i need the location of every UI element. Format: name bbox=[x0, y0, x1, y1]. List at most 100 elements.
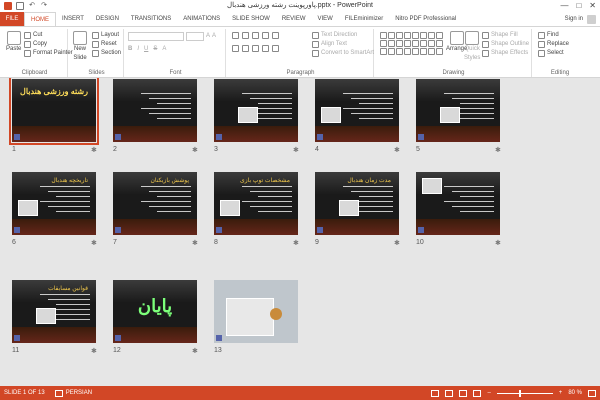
slide-thumbnail[interactable]: مدت زمان هندبال bbox=[315, 172, 399, 235]
copy-icon bbox=[24, 41, 31, 48]
slide-thumbnail[interactable] bbox=[214, 280, 298, 343]
normal-view-icon[interactable] bbox=[431, 389, 440, 397]
find-button[interactable]: Find bbox=[538, 31, 569, 40]
sign-in-link[interactable]: Sign in bbox=[565, 16, 583, 22]
copy-button[interactable]: Copy bbox=[24, 40, 73, 49]
tab-view[interactable]: VIEW bbox=[312, 12, 339, 26]
close-icon[interactable]: ✕ bbox=[589, 1, 596, 11]
transition-star-icon[interactable]: ✱ bbox=[91, 347, 97, 355]
bullets-icon[interactable] bbox=[232, 32, 239, 39]
transition-star-icon[interactable]: ✱ bbox=[394, 146, 400, 154]
slide-thumbnail[interactable]: مشخصات توپ بازی bbox=[214, 172, 298, 235]
decrease-indent-icon[interactable] bbox=[252, 32, 259, 39]
slide-thumbnail[interactable]: قوانین مسابقات bbox=[12, 280, 96, 343]
transition-star-icon[interactable]: ✱ bbox=[91, 146, 97, 154]
slide-floor bbox=[12, 327, 96, 343]
avatar[interactable] bbox=[587, 14, 596, 24]
align-center-icon[interactable] bbox=[242, 45, 249, 52]
replace-button[interactable]: Replace bbox=[538, 40, 569, 49]
underline-button[interactable]: U bbox=[144, 45, 148, 54]
new-slide-button[interactable]: New Slide bbox=[73, 31, 87, 63]
slide-title: مدت زمان هندبال bbox=[347, 178, 391, 184]
line-spacing-icon[interactable] bbox=[272, 32, 279, 39]
maximize-icon[interactable]: □ bbox=[576, 1, 581, 11]
shape-fill-button[interactable]: Shape Fill bbox=[482, 31, 529, 40]
align-left-icon[interactable] bbox=[232, 45, 239, 52]
font-color-button[interactable]: A bbox=[162, 45, 166, 54]
zoom-level[interactable]: 80 % bbox=[568, 390, 582, 396]
align-text-button[interactable]: Align Text bbox=[312, 40, 374, 49]
strikethrough-button[interactable]: S bbox=[153, 45, 157, 54]
tab-animations[interactable]: ANIMATIONS bbox=[177, 12, 226, 26]
tab-insert[interactable]: INSERT bbox=[56, 12, 90, 26]
grow-font-button[interactable]: A bbox=[206, 32, 210, 41]
zoom-out-button[interactable]: – bbox=[487, 390, 490, 396]
transition-star-icon[interactable]: ✱ bbox=[495, 146, 501, 154]
reading-view-icon[interactable] bbox=[459, 389, 468, 397]
format-painter-button[interactable]: Format Painter bbox=[24, 49, 73, 58]
transition-star-icon[interactable]: ✱ bbox=[293, 239, 299, 247]
section-button[interactable]: Section bbox=[92, 49, 121, 58]
transition-star-icon[interactable]: ✱ bbox=[192, 239, 198, 247]
save-icon[interactable] bbox=[16, 2, 24, 10]
slide-thumbnail[interactable]: تاریخچه هندبال bbox=[12, 172, 96, 235]
redo-icon[interactable]: ↷ bbox=[40, 2, 48, 10]
reset-button[interactable]: Reset bbox=[92, 40, 121, 49]
align-right-icon[interactable] bbox=[252, 45, 259, 52]
slide-thumbnail[interactable] bbox=[214, 79, 298, 142]
shapes-gallery[interactable] bbox=[380, 32, 443, 55]
shape-effects-button[interactable]: Shape Effects bbox=[482, 49, 529, 58]
transition-star-icon[interactable]: ✱ bbox=[192, 347, 198, 355]
slide-thumbnail[interactable] bbox=[315, 79, 399, 142]
transition-star-icon[interactable]: ✱ bbox=[495, 239, 501, 247]
paste-button[interactable]: Paste bbox=[6, 31, 21, 54]
slide-thumbnail[interactable] bbox=[113, 79, 197, 142]
slide-sorter-view-icon[interactable] bbox=[445, 389, 454, 397]
tab-file[interactable]: FILE bbox=[0, 12, 24, 26]
font-size-select[interactable] bbox=[186, 32, 204, 41]
bold-button[interactable]: B bbox=[128, 45, 132, 54]
italic-button[interactable]: I bbox=[137, 45, 139, 54]
layout-button[interactable]: Layout bbox=[92, 31, 121, 40]
transition-star-icon[interactable]: ✱ bbox=[293, 146, 299, 154]
tab-nitro-pdf-professional[interactable]: Nitro PDF Professional bbox=[389, 12, 462, 26]
zoom-slider-knob[interactable] bbox=[518, 389, 521, 397]
select-button[interactable]: Select bbox=[538, 49, 569, 58]
badge-image bbox=[270, 308, 282, 320]
new-slide-label: New bbox=[73, 46, 86, 52]
slide-thumbnail[interactable]: رشته ورزشی هندبال bbox=[9, 78, 99, 145]
slideshow-view-icon[interactable] bbox=[473, 389, 482, 397]
tab-transitions[interactable]: TRANSITIONS bbox=[125, 12, 177, 26]
transition-star-icon[interactable]: ✱ bbox=[192, 146, 198, 154]
tab-fileminimizer[interactable]: FILEminimizer bbox=[339, 12, 389, 26]
zoom-in-button[interactable]: + bbox=[559, 390, 563, 396]
tab-design[interactable]: DESIGN bbox=[90, 12, 125, 26]
fit-to-window-icon[interactable] bbox=[588, 389, 596, 397]
ribbon: Paste Cut Copy Format Painter Clipboard … bbox=[0, 26, 600, 78]
minimize-icon[interactable]: — bbox=[560, 1, 568, 11]
reset-icon bbox=[92, 41, 99, 48]
columns-icon[interactable] bbox=[272, 45, 279, 52]
cut-button[interactable]: Cut bbox=[24, 31, 73, 40]
transition-star-icon[interactable]: ✱ bbox=[394, 239, 400, 247]
undo-icon[interactable]: ↶ bbox=[28, 2, 36, 10]
slide-thumbnail[interactable]: پایان bbox=[113, 280, 197, 343]
increase-indent-icon[interactable] bbox=[262, 32, 269, 39]
shrink-font-button[interactable]: A bbox=[212, 32, 216, 41]
transition-star-icon[interactable]: ✱ bbox=[91, 239, 97, 247]
text-direction-button[interactable]: Text Direction bbox=[312, 31, 374, 40]
language-indicator[interactable]: PERSIAN bbox=[54, 389, 92, 397]
shape-outline-button[interactable]: Shape Outline bbox=[482, 40, 529, 49]
tab-home[interactable]: HOME bbox=[24, 12, 56, 26]
tab-review[interactable]: REVIEW bbox=[276, 12, 312, 26]
tab-slide-show[interactable]: SLIDE SHOW bbox=[226, 12, 276, 26]
zoom-slider[interactable] bbox=[496, 389, 553, 397]
font-name-select[interactable] bbox=[128, 32, 184, 41]
slide-thumbnail[interactable]: پوشش بازیکنان bbox=[113, 172, 197, 235]
justify-icon[interactable] bbox=[262, 45, 269, 52]
numbering-icon[interactable] bbox=[242, 32, 249, 39]
slide-thumbnail[interactable] bbox=[416, 172, 500, 235]
quick-styles-button[interactable]: Quick Styles bbox=[464, 31, 480, 63]
convert-smartart-button[interactable]: Convert to SmartArt bbox=[312, 49, 374, 58]
slide-thumbnail[interactable] bbox=[416, 79, 500, 142]
